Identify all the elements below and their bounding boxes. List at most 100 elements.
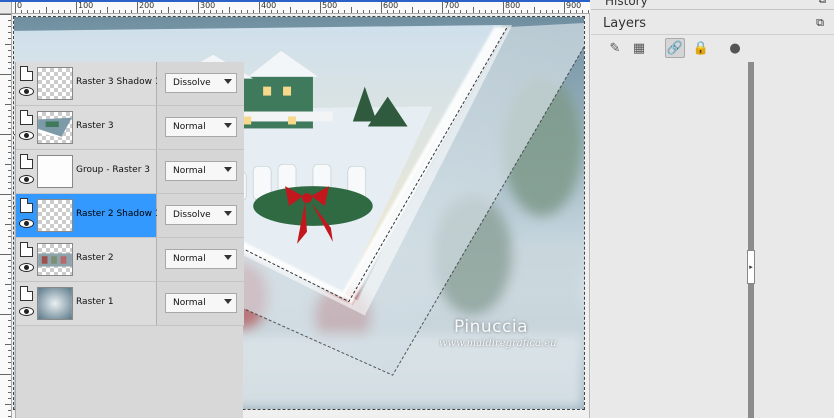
ruler-tick-minor <box>8 296 11 297</box>
layers-title: Layers <box>603 16 647 31</box>
ruler-tick-minor <box>405 10 407 13</box>
layer-list: Raster 3 Shadow 1 Dissolve Raster 3 Normal G… <box>15 62 244 418</box>
ruler-tick-minor <box>0 134 11 135</box>
ruler-tick-major <box>15 2 16 13</box>
layer-type-icon <box>20 242 33 257</box>
ruler-tick-minor <box>8 332 11 333</box>
layer-row[interactable]: Raster 2 Normal <box>16 238 244 282</box>
panel-resize-handle[interactable]: ▸ <box>747 250 755 284</box>
layer-drop-icon[interactable]: ● <box>725 38 745 58</box>
layer-row-main[interactable]: Raster 1 <box>16 282 157 325</box>
layer-thumbnail <box>37 243 73 276</box>
ruler-tick-minor <box>8 116 11 117</box>
ruler-tick-minor <box>8 368 11 369</box>
layer-name: Group - Raster 3 <box>76 165 150 175</box>
ruler-tick-minor <box>8 272 11 273</box>
ruler-tick-minor <box>8 308 11 309</box>
ruler-tick-minor <box>210 10 212 13</box>
ruler-tick-minor <box>191 10 193 13</box>
layer-row-main[interactable]: Group - Raster 3 <box>16 150 157 193</box>
blend-mode-dropdown[interactable]: Normal <box>165 293 237 313</box>
layer-thumbnail <box>37 199 73 232</box>
ruler-tick-minor <box>588 10 590 13</box>
blend-mode-dropdown[interactable]: Normal <box>165 161 237 181</box>
mask-icon[interactable]: ▦ <box>629 38 649 58</box>
ruler-tick-label: 600 <box>383 2 399 10</box>
ruler-tick-minor <box>338 10 340 13</box>
ruler-tick-minor <box>8 170 11 171</box>
blend-mode-dropdown[interactable]: Normal <box>165 249 237 269</box>
blend-mode-dropdown[interactable]: Dissolve <box>165 205 237 225</box>
ruler-tick-minor <box>8 302 11 303</box>
ruler-tick-minor <box>118 10 120 13</box>
ruler-tick-minor <box>8 110 11 111</box>
ruler-tick-minor <box>8 230 11 231</box>
blend-mode-value: Normal <box>173 122 206 132</box>
blend-mode-dropdown[interactable]: Normal <box>165 117 237 137</box>
lock-icon[interactable]: 🔒 <box>691 38 711 58</box>
history-pin-icon[interactable]: ⧉ <box>819 0 826 6</box>
layer-list-scrollbar[interactable] <box>748 62 754 418</box>
ruler-tick-minor <box>8 62 11 63</box>
ruler-tick-minor <box>8 260 11 261</box>
ruler-tick-minor <box>350 7 352 13</box>
link-icon[interactable]: 🔗 <box>665 38 685 58</box>
visibility-eye-icon[interactable] <box>19 307 34 316</box>
ruler-tick-minor <box>356 10 358 13</box>
layer-type-icon <box>20 286 33 301</box>
ruler-tick-minor <box>466 10 468 13</box>
ruler-tick-minor <box>185 10 187 13</box>
layer-row-main[interactable]: Raster 3 Shadow 1 <box>16 62 161 105</box>
layers-pin-icon[interactable]: ⧉ <box>816 16 824 30</box>
ruler-tick-minor <box>533 7 535 13</box>
ruler-tick-major <box>442 2 443 13</box>
ruler-tick-minor <box>8 80 11 81</box>
ruler-corner <box>0 2 12 14</box>
layer-row[interactable]: Group - Raster 3 Normal <box>16 150 244 194</box>
ruler-tick-minor <box>344 10 346 13</box>
ruler-tick-minor <box>399 10 401 13</box>
ruler-tick-minor <box>82 10 84 13</box>
ruler-tick-minor <box>0 194 11 195</box>
app-window: 0 100 200 300 400 500 600 700 800 900 Pi… <box>0 0 834 418</box>
ruler-tick-minor <box>204 10 206 13</box>
blend-mode-dropdown[interactable]: Dissolve <box>165 73 237 93</box>
history-title: History <box>605 0 648 8</box>
layer-row[interactable]: Raster 3 Normal <box>16 106 244 150</box>
ruler-tick-minor <box>8 380 11 381</box>
visibility-eye-icon[interactable] <box>19 263 34 272</box>
ruler-tick-minor <box>8 152 11 153</box>
layer-row-main[interactable]: Raster 2 Shadow 1 <box>16 194 161 237</box>
ruler-tick-minor <box>435 10 437 13</box>
visibility-eye-icon[interactable] <box>19 175 34 184</box>
visibility-eye-icon[interactable] <box>19 131 34 140</box>
layer-row-main[interactable]: Raster 2 <box>16 238 157 281</box>
visibility-eye-icon[interactable] <box>19 219 34 228</box>
history-panel-header[interactable]: History ⧉ <box>591 0 834 10</box>
ruler-left <box>0 14 12 418</box>
ruler-tick-minor <box>332 10 334 13</box>
ruler-tick-minor <box>228 7 230 13</box>
paint-brush-icon[interactable]: ✎ <box>605 38 625 58</box>
ruler-tick-minor <box>33 10 35 13</box>
layer-type-icon <box>20 110 33 125</box>
layer-row-main[interactable]: Raster 3 <box>16 106 157 149</box>
ruler-tick-minor <box>57 10 59 13</box>
ruler-tick-minor <box>423 10 425 13</box>
ruler-tick-label: 700 <box>444 2 460 10</box>
ruler-tick-minor <box>8 206 11 207</box>
ruler-tick-minor <box>8 92 11 93</box>
ruler-tick-label: 400 <box>261 2 277 10</box>
layer-row[interactable]: Raster 1 Normal <box>16 282 244 326</box>
ruler-tick-major <box>503 2 504 13</box>
ruler-tick-minor <box>8 338 11 339</box>
ruler-tick-minor <box>8 68 11 69</box>
visibility-eye-icon[interactable] <box>19 87 34 96</box>
layers-panel-header: Layers ⧉ <box>591 11 834 35</box>
ruler-tick-label: 900 <box>566 2 582 10</box>
layer-row[interactable]: Raster 3 Shadow 1 Dissolve <box>16 62 244 106</box>
ruler-tick-minor <box>582 10 584 13</box>
ruler-tick-minor <box>8 26 11 27</box>
layer-row[interactable]: Raster 2 Shadow 1 Dissolve <box>16 194 244 238</box>
ruler-tick-minor <box>179 10 181 13</box>
